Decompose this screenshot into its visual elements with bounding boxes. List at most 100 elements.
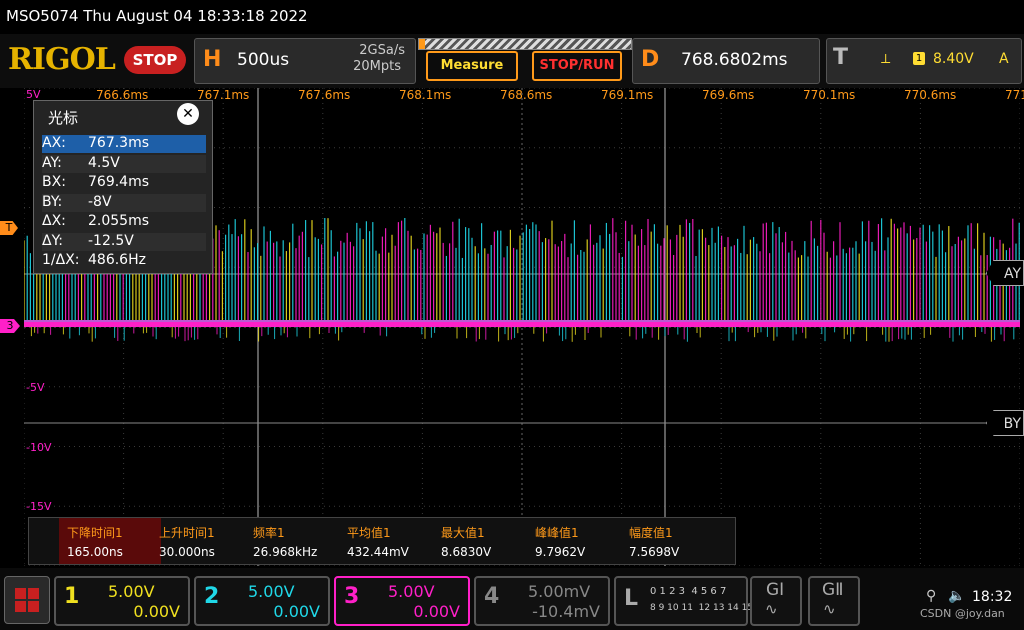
- trigger-letter: T: [833, 45, 849, 70]
- channel-number: 4: [484, 584, 500, 609]
- channel-offset: 0.00V: [133, 602, 180, 621]
- cursor-key: BX:: [42, 174, 66, 190]
- menu-button[interactable]: [4, 576, 50, 624]
- cursor-row-4[interactable]: ΔX: 2.055ms: [42, 213, 206, 231]
- delay-panel[interactable]: D 768.6802ms: [632, 38, 820, 84]
- logic-row-1: 0 1 2 3 4 5 6 7: [650, 586, 727, 597]
- measurement-value: 165.00ns: [67, 545, 123, 559]
- cursor-by-marker[interactable]: BY: [986, 410, 1024, 436]
- cursor-panel: 光标 ✕ AX: 767.3ms AY: 4.5V BX: 769.4ms BY: -8V ΔX…: [33, 100, 213, 274]
- cursor-value: 769.4ms: [88, 174, 150, 190]
- channel-offset: -10.4mV: [532, 602, 600, 621]
- time-label: 769.6ms: [702, 88, 755, 102]
- delay-letter: D: [641, 47, 660, 72]
- measurement-value: 8.6830V: [441, 545, 492, 559]
- cursor-key: ΔY:: [42, 232, 63, 249]
- cursor-row-2[interactable]: BX: 769.4ms: [42, 174, 206, 192]
- channel-number: 3: [344, 584, 360, 609]
- channel-4-panel[interactable]: 4 5.00mV -10.4mV: [474, 576, 610, 626]
- logic-analyzer-panel[interactable]: L 0 1 2 3 4 5 6 7 8 9 10 11 12 13 14 15: [614, 576, 753, 626]
- trigger-level: 8.40V: [933, 51, 974, 67]
- trigger-channel: 1: [913, 52, 925, 65]
- channel-1-panel[interactable]: 1 5.00V 0.00V: [54, 576, 190, 626]
- cursor-value: 4.5V: [88, 154, 120, 171]
- measure-button[interactable]: Measure: [426, 51, 518, 81]
- generator-2-label: GⅡ: [822, 580, 844, 600]
- watermark: CSDN @joy.dan: [920, 607, 1005, 620]
- stop-status-button[interactable]: STOP: [124, 46, 186, 74]
- channel-scale: 5.00mV: [528, 582, 591, 601]
- speaker-mute-icon[interactable]: 🔈: [948, 588, 965, 604]
- voltage-label: -10V: [26, 441, 52, 454]
- voltage-label: -5V: [26, 381, 45, 394]
- trigger-mode: A: [999, 51, 1009, 67]
- measurement-value: 26.968kHz: [253, 545, 318, 559]
- measurement-6[interactable]: 幅度值1 7.5698V: [621, 518, 715, 564]
- cursor-value: 767.3ms: [88, 135, 150, 151]
- close-icon[interactable]: ✕: [177, 103, 199, 125]
- time-label: 771.1ms: [1005, 88, 1024, 102]
- usb-icon: ⚲: [926, 588, 937, 604]
- channel-2-panel[interactable]: 2 5.00V 0.00V: [194, 576, 330, 626]
- generator-1-button[interactable]: GⅠ ∿: [750, 576, 802, 626]
- measurement-0[interactable]: 下降时间1 165.00ns: [59, 518, 161, 564]
- logic-row-2: 8 9 10 11 12 13 14 15: [650, 603, 754, 613]
- channel-3-panel[interactable]: 3 5.00V 0.00V: [334, 576, 470, 626]
- channel-scale: 5.00V: [108, 582, 155, 601]
- cursor-value: -8V: [88, 193, 112, 210]
- measurement-label: 平均值1: [347, 526, 391, 540]
- overview-window-marker: [419, 39, 425, 49]
- memory-depth: 20Mpts: [353, 59, 401, 74]
- channel-offset: 0.00V: [413, 602, 460, 621]
- cursor-row-5[interactable]: ΔY: -12.5V: [42, 232, 206, 251]
- logic-letter: L: [624, 586, 639, 611]
- time-label: 770.1ms: [803, 88, 856, 102]
- title-bar: MSO5074 Thu August 04 18:33:18 2022: [0, 0, 1024, 34]
- sine-wave-icon: ∿: [823, 600, 836, 618]
- measurement-3[interactable]: 平均值1 432.44mV: [339, 518, 433, 564]
- measurement-value: 432.44mV: [347, 545, 409, 559]
- cursor-ay-marker[interactable]: AY: [986, 260, 1024, 286]
- time-label: 769.1ms: [601, 88, 654, 102]
- channel-number: 1: [64, 584, 80, 609]
- memory-overview-bar[interactable]: [418, 38, 632, 50]
- horizontal-panel[interactable]: H 500us 2GSa/s 20Mpts: [194, 38, 416, 84]
- time-label: 770.6ms: [904, 88, 957, 102]
- voltage-label: -15V: [26, 500, 52, 513]
- cursor-key: ΔX:: [42, 213, 66, 229]
- measurement-5[interactable]: 峰峰值1 9.7962V: [527, 518, 621, 564]
- measurement-1[interactable]: 上升时间1 30.000ns: [151, 518, 245, 564]
- measurement-4[interactable]: 最大值1 8.6830V: [433, 518, 527, 564]
- measurement-value: 9.7962V: [535, 545, 586, 559]
- channel-number: 2: [204, 584, 220, 609]
- trigger-panel[interactable]: T ⟂ 1 8.40V A: [826, 38, 1022, 84]
- timebase-value: 500us: [237, 50, 290, 70]
- cursor-row-0[interactable]: AX: 767.3ms: [42, 135, 206, 153]
- channel-3-marker[interactable]: 3: [0, 319, 20, 333]
- trigger-level-marker[interactable]: T: [0, 221, 18, 235]
- channel-scale: 5.00V: [248, 582, 295, 601]
- sine-wave-icon: ∿: [765, 600, 778, 618]
- measurement-2[interactable]: 频率1 26.968kHz: [245, 518, 339, 564]
- rigol-logo: RIGOL: [8, 42, 116, 77]
- measurement-label: 峰峰值1: [535, 526, 579, 540]
- cursor-key: BY:: [42, 193, 63, 210]
- cursor-key: 1/ΔX:: [42, 252, 80, 268]
- measurement-label: 最大值1: [441, 526, 485, 540]
- menu-grid-icon: [15, 588, 39, 612]
- measurement-table: 下降时间1 165.00ns 上升时间1 30.000ns 频率1 26.968kHz 平均…: [28, 517, 736, 565]
- cursor-row-6[interactable]: 1/ΔX: 486.6Hz: [42, 252, 206, 270]
- cursor-row-1[interactable]: AY: 4.5V: [42, 154, 206, 173]
- cursor-row-3[interactable]: BY: -8V: [42, 193, 206, 212]
- cursor-value: 2.055ms: [88, 213, 150, 229]
- time-label: 767.6ms: [298, 88, 351, 102]
- cursor-value: 486.6Hz: [88, 252, 146, 268]
- measurement-value: 30.000ns: [159, 545, 215, 559]
- measurement-value: 7.5698V: [629, 545, 680, 559]
- stop-run-button[interactable]: STOP/RUN: [532, 51, 622, 81]
- generator-1-label: GⅠ: [766, 580, 785, 600]
- measurement-label: 幅度值1: [629, 526, 673, 540]
- generator-2-button[interactable]: GⅡ ∿: [808, 576, 860, 626]
- sample-rate: 2GSa/s: [359, 43, 405, 58]
- horizontal-letter: H: [203, 47, 222, 72]
